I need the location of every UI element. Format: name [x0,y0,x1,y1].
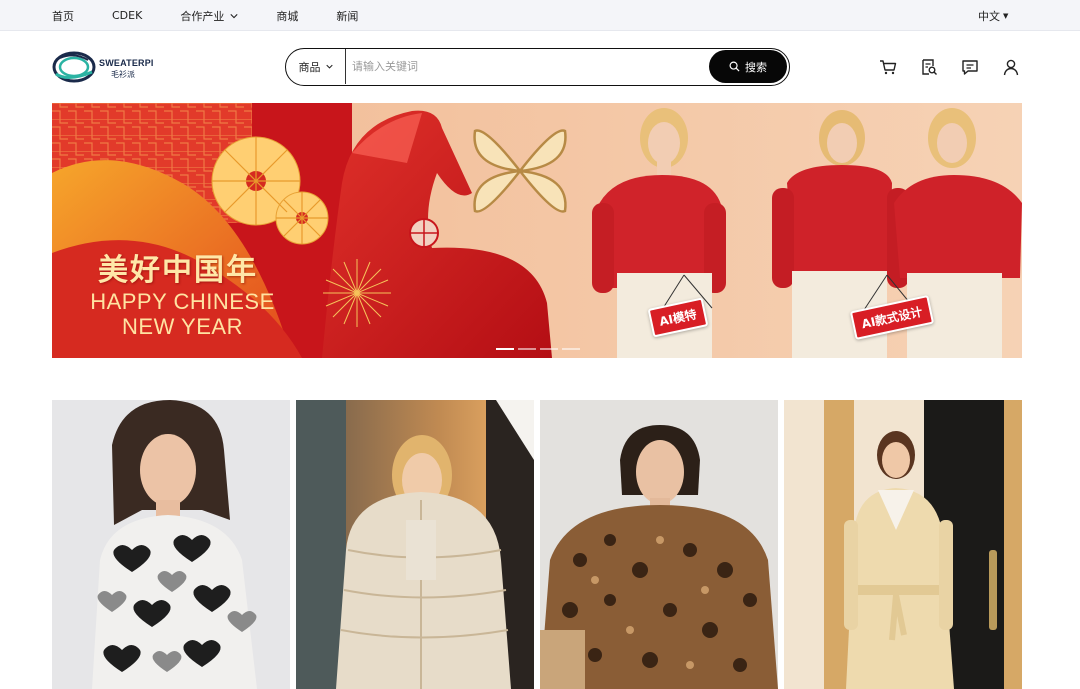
product-card-leopard-fur-coat[interactable] [540,400,778,689]
message-icon[interactable] [961,58,979,76]
logo-wordmark-cn: 毛衫派 [111,70,135,79]
order-search-icon[interactable] [920,58,938,76]
logo[interactable]: SWEATERPI 毛衫派 [52,48,164,86]
carousel-dot[interactable] [562,348,580,350]
product-card-puffer-jacket[interactable] [296,400,534,689]
nav-industry-label: 合作产业 [180,9,225,23]
carousel-dot[interactable] [496,348,514,350]
product-grid [52,400,1024,689]
nav-home[interactable]: 首页 [52,8,74,24]
language-selector[interactable]: 中文 ▼ [978,0,1008,31]
nav-mall-label: 商城 [276,9,299,23]
cart-icon[interactable] [879,58,897,76]
banner-title-en-line1: HAPPY CHINESE [90,289,275,314]
search-icon [729,61,740,72]
logo-mark-icon [52,51,96,83]
language-label: 中文 [978,9,1000,23]
product-image [540,400,778,689]
search-input[interactable] [348,49,708,84]
banner-title-en-line2: NEW YEAR [122,314,243,339]
carousel-dot[interactable] [540,348,558,350]
nav-industry[interactable]: 合作产业 [180,8,238,24]
promo-banner[interactable]: 美好中国年 HAPPY CHINESE NEW YEAR AI模特 AI款式设计 [52,103,1022,358]
banner-title-en: HAPPY CHINESE NEW YEAR [80,289,285,339]
product-image [296,400,534,689]
banner-title-cn: 美好中国年 [98,253,258,288]
nav-news[interactable]: 新闻 [336,8,358,24]
nav-home-label: 首页 [52,9,74,23]
product-image [784,400,1022,689]
carousel-indicators [496,348,584,350]
nav-cdek-label: CDEK [112,9,143,22]
product-image [52,400,290,689]
top-bar: 首页 CDEK 合作产业 商城 新闻 中文 ▼ [0,0,1080,31]
nav-mall[interactable]: 商城 [276,8,298,24]
search-category-dropdown[interactable]: 商品 [286,49,346,84]
nav-news-label: 新闻 [336,9,359,23]
caret-down-icon: ▼ [1003,11,1009,20]
search-bar: 商品 搜索 [285,48,790,86]
nav-cdek[interactable]: CDEK [112,9,142,22]
search-button[interactable]: 搜索 [709,50,787,83]
product-card-heart-sweater[interactable] [52,400,290,689]
search-button-label: 搜索 [745,60,767,74]
product-card-belted-coat[interactable] [784,400,1022,689]
search-category-label: 商品 [298,60,321,74]
logo-wordmark: SWEATERPI [99,58,154,68]
user-icon[interactable] [1002,58,1020,76]
carousel-dot[interactable] [518,348,536,350]
chevron-down-icon [230,13,238,18]
chevron-down-icon [325,64,333,69]
top-nav: 首页 CDEK 合作产业 商城 新闻 [52,0,396,31]
